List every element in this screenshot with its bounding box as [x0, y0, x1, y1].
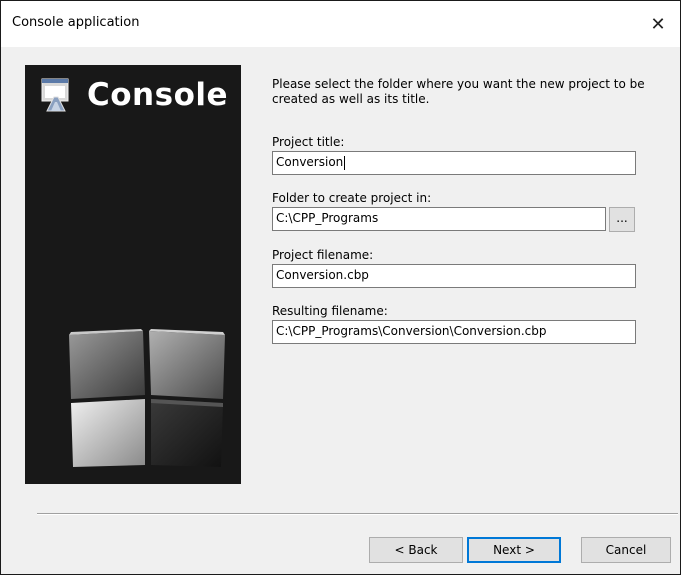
dialog-window: Console application ✕ Console Please sel…	[0, 0, 681, 575]
resulting-filename-input[interactable]: C:\CPP_Programs\Conversion\Conversion.cb…	[272, 320, 636, 344]
cubes-icon	[69, 329, 225, 467]
banner-title: Console	[87, 77, 229, 113]
project-title-input[interactable]: Conversion	[272, 151, 636, 175]
cancel-button[interactable]: Cancel	[581, 537, 671, 563]
back-button[interactable]: < Back	[369, 537, 463, 563]
resulting-filename-label: Resulting filename:	[272, 304, 388, 318]
browse-folder-button[interactable]: ...	[609, 207, 635, 232]
console-window-icon	[41, 78, 69, 112]
text-caret	[344, 155, 346, 170]
project-title-value: Conversion	[276, 155, 344, 169]
separator	[37, 513, 678, 515]
folder-label: Folder to create project in:	[272, 191, 432, 205]
window-title: Console application	[12, 15, 140, 30]
project-filename-input[interactable]: Conversion.cbp	[272, 264, 636, 288]
close-icon[interactable]: ✕	[636, 1, 680, 47]
wizard-banner: Console	[25, 65, 241, 484]
next-button[interactable]: Next >	[467, 537, 561, 563]
project-filename-label: Project filename:	[272, 248, 374, 262]
project-title-label: Project title:	[272, 135, 345, 149]
title-bar: Console application ✕	[1, 1, 680, 47]
instructions-text: Please select the folder where you want …	[272, 77, 645, 106]
folder-input[interactable]: C:\CPP_Programs	[272, 207, 606, 231]
